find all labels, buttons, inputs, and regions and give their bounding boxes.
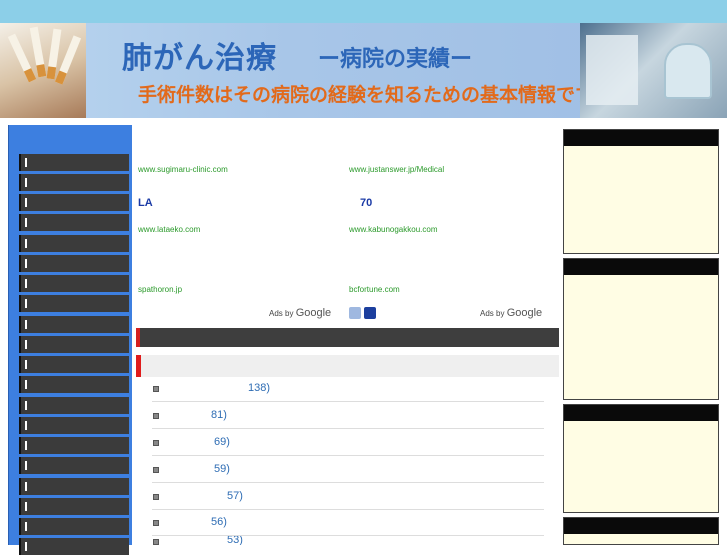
nav-item[interactable] <box>19 154 129 171</box>
list-item-count: 57) <box>227 490 243 502</box>
nav-item[interactable] <box>19 518 129 535</box>
sidebar-box <box>563 129 719 254</box>
nav-arrow-icon <box>25 340 27 349</box>
list-item[interactable]: 81) <box>152 402 544 429</box>
nav-item[interactable] <box>19 174 129 191</box>
nav-arrow-icon <box>25 380 27 389</box>
ad-url[interactable]: www.sugimaru-clinic.com <box>138 165 228 174</box>
ad-url[interactable]: www.lataeko.com <box>138 225 200 234</box>
bullet-icon <box>153 413 159 419</box>
nav-arrow-icon <box>25 158 27 167</box>
top-bar <box>0 0 727 23</box>
nav-arrow-icon <box>25 522 27 531</box>
list-item[interactable]: 138) <box>152 375 544 402</box>
ad-next-icon[interactable] <box>364 307 376 319</box>
nav-arrow-icon <box>25 218 27 227</box>
ad-url[interactable]: bcfortune.com <box>349 285 400 294</box>
ad-url[interactable]: www.kabunogakkou.com <box>349 225 438 234</box>
nav-arrow-icon <box>25 279 27 288</box>
bullet-icon <box>153 539 159 545</box>
nav-arrow-icon <box>25 299 27 308</box>
doctor-figure <box>664 43 712 99</box>
nav-item[interactable] <box>19 376 129 393</box>
ads-by-google[interactable]: Ads by Google <box>269 307 331 319</box>
nav-arrow-icon <box>25 401 27 410</box>
list-item-count: 53) <box>227 536 243 545</box>
nav-item[interactable] <box>19 316 129 333</box>
nav-arrow-icon <box>25 542 27 551</box>
sidebar-box <box>563 258 719 400</box>
google-logo: Google <box>506 307 543 319</box>
nav-arrow-icon <box>25 239 27 248</box>
nav-arrow-icon <box>25 178 27 187</box>
nav-arrow-icon <box>25 360 27 369</box>
bullet-icon <box>153 440 159 446</box>
nav-item[interactable] <box>19 397 129 414</box>
list-item[interactable]: 53) <box>152 536 544 545</box>
nav-item[interactable] <box>19 417 129 434</box>
nav-arrow-icon <box>25 259 27 268</box>
list-item[interactable]: 69) <box>152 429 544 456</box>
right-sidebar <box>563 129 719 545</box>
sidebar-box <box>563 517 719 545</box>
main-content: www.sugimaru-clinic.com www.justanswer.j… <box>136 125 559 545</box>
nav-item[interactable] <box>19 478 129 495</box>
site-tagline: 手術件数はその病院の経験を知るための基本情報です！ <box>138 85 614 106</box>
nav-item[interactable] <box>19 235 129 252</box>
left-navigation <box>8 125 132 555</box>
section-subheader-bar <box>136 355 559 377</box>
xray-film <box>586 35 638 105</box>
sidebar-box-header <box>564 405 718 421</box>
site-title: 肺がん治療 <box>122 42 277 75</box>
site-subtitle: ー病院の実績ー <box>318 46 473 71</box>
ad-url[interactable]: www.justanswer.jp/Medical <box>349 165 444 174</box>
nav-arrow-icon <box>25 502 27 511</box>
nav-arrow-icon <box>25 198 27 207</box>
list-item-count: 69) <box>214 436 230 448</box>
nav-item[interactable] <box>19 275 129 292</box>
ads-by-label: Ads by <box>269 309 294 318</box>
section-header-bar <box>136 328 559 347</box>
bullet-icon <box>153 494 159 500</box>
bullet-icon <box>153 467 159 473</box>
sidebar-box-header <box>564 518 718 534</box>
sidebar-box <box>563 404 719 513</box>
google-logo: Google <box>295 307 332 319</box>
ad-headline[interactable]: 70 <box>360 197 372 209</box>
list-item[interactable]: 59) <box>152 456 544 483</box>
ads-by-label: Ads by <box>480 309 505 318</box>
list-item-count: 81) <box>211 409 227 421</box>
list-item-count: 138) <box>248 382 271 394</box>
nav-item[interactable] <box>19 437 129 454</box>
nav-item[interactable] <box>19 295 129 312</box>
nav-item[interactable] <box>19 214 129 231</box>
nav-arrow-icon <box>25 441 27 450</box>
nav-item[interactable] <box>19 538 129 555</box>
ads-by-google[interactable]: Ads by Google <box>480 307 542 319</box>
nav-item[interactable] <box>19 194 129 211</box>
nav-arrow-icon <box>25 421 27 430</box>
list-item[interactable]: 57) <box>152 483 544 510</box>
nav-item[interactable] <box>19 498 129 515</box>
ad-headline[interactable]: LA <box>138 197 153 209</box>
bullet-icon <box>153 386 159 392</box>
nav-item[interactable] <box>19 457 129 474</box>
nav-item[interactable] <box>19 356 129 373</box>
cigarettes-image <box>0 23 86 118</box>
list-item-count: 56) <box>211 516 227 528</box>
nav-item[interactable] <box>19 336 129 353</box>
header-banner: 肺がん治療 ー病院の実績ー 手術件数はその病院の経験を知るための基本情報です！ <box>0 23 727 118</box>
nav-arrow-icon <box>25 461 27 470</box>
ad-url[interactable]: spathoron.jp <box>138 285 182 294</box>
list-item[interactable]: 56) <box>152 509 544 536</box>
nav-arrow-icon <box>25 320 27 329</box>
sidebar-box-header <box>564 130 718 146</box>
bullet-icon <box>153 520 159 526</box>
nav-arrow-icon <box>25 482 27 491</box>
doctor-xray-image <box>580 23 727 118</box>
ad-prev-icon[interactable] <box>349 307 361 319</box>
sidebar-box-header <box>564 259 718 275</box>
list-item-count: 59) <box>214 463 230 475</box>
nav-item[interactable] <box>19 255 129 272</box>
